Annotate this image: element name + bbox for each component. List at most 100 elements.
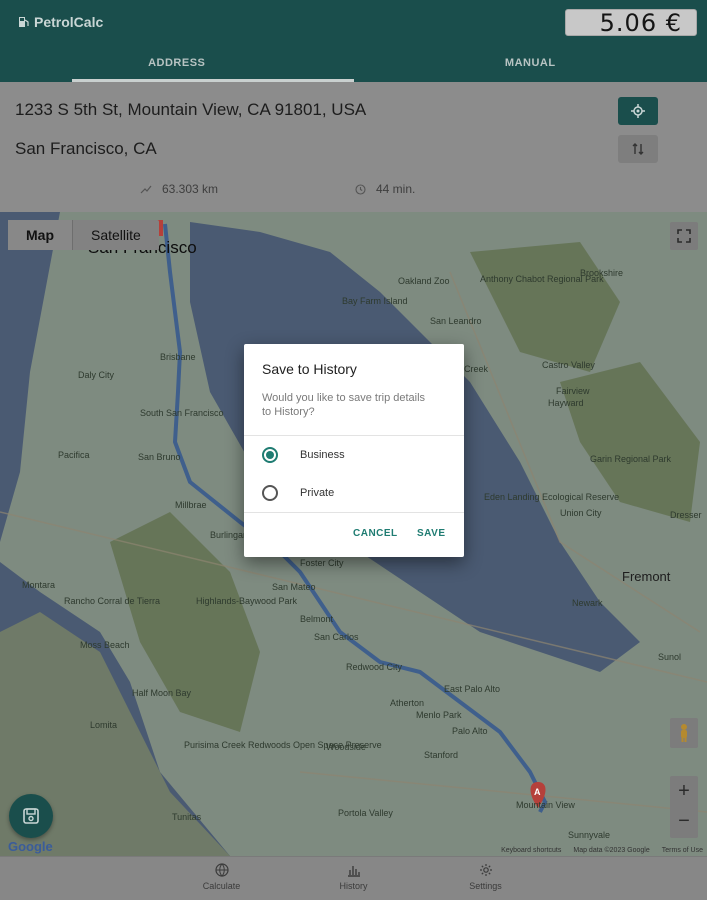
cancel-button[interactable]: CANCEL: [353, 528, 398, 539]
map-label-foster-city: Foster City: [300, 558, 344, 568]
map-label-redwood-city: Redwood City: [346, 662, 403, 672]
map-label-atherton: Atherton: [390, 698, 425, 708]
fuel-pump-icon: [19, 17, 29, 27]
map-label-millbrae: Millbrae: [175, 500, 207, 510]
map-type-satellite[interactable]: Satellite: [73, 220, 159, 250]
gear-icon: [479, 864, 492, 876]
nav-settings[interactable]: Settings: [420, 857, 552, 900]
radio-button-business[interactable]: [262, 447, 278, 463]
keyboard-shortcuts-link[interactable]: Keyboard shortcuts: [501, 847, 561, 854]
trend-icon: [140, 185, 152, 194]
map-label-south-sf: South San Francisco: [140, 408, 224, 418]
street-view-pegman[interactable]: [670, 718, 698, 748]
duration-stat: 44 min.: [355, 182, 415, 196]
globe-icon: [214, 863, 229, 877]
crosshair-icon: [631, 104, 645, 118]
map-label-montara: Montara: [22, 580, 56, 590]
map-label-eden-landing: Eden Landing Ecological Reserve: [484, 492, 620, 502]
fuel-price-display[interactable]: 5.06 €: [565, 9, 697, 36]
map-label-palo-alto: Palo Alto: [452, 726, 488, 736]
fullscreen-icon: [677, 229, 691, 243]
floppy-disk-icon: [23, 808, 39, 824]
map-label-san-leandro: San Leandro: [430, 316, 482, 326]
map-label-oakland-zoo: Oakland Zoo: [398, 276, 450, 286]
nav-calculate-label: Calculate: [202, 881, 241, 891]
map-attribution: Keyboard shortcuts Map data ©2023 Google…: [501, 847, 703, 854]
destination-field[interactable]: San Francisco, CA: [15, 139, 157, 159]
dialog-divider-bottom: [244, 512, 464, 513]
map-label-san-bruno: San Bruno: [138, 452, 181, 462]
map-label-highlands: Highlands-Baywood Park: [196, 596, 298, 606]
swap-button[interactable]: [618, 135, 658, 163]
radio-option-business[interactable]: Business: [262, 447, 345, 463]
save-button[interactable]: SAVE: [417, 528, 446, 539]
google-logo: Google: [8, 839, 53, 854]
app-header: PetrolCalc 5.06 € ADDRESS MANUAL: [0, 0, 707, 82]
chart-icon: [347, 866, 360, 877]
map-label-stanford: Stanford: [424, 750, 459, 760]
route-panel: 1233 S 5th St, Mountain View, CA 91801, …: [0, 82, 707, 212]
map-label-hayward: Hayward: [548, 398, 584, 408]
map-label-fremont: Fremont: [622, 569, 671, 584]
nav-settings-label: Settings: [469, 881, 502, 891]
map-label-dresser: Dresser: [670, 510, 702, 520]
destination-marker-label: A: [534, 787, 541, 797]
radio-option-private[interactable]: Private: [262, 485, 334, 501]
map-label-purisima: Purisima Creek Redwoods Open Space Prese…: [184, 740, 382, 750]
map-label-mountain-view: Mountain View: [516, 800, 575, 810]
map-label-sunol: Sunol: [658, 652, 682, 662]
map-type-map[interactable]: Map: [8, 220, 73, 250]
pegman-icon: [681, 724, 687, 742]
map-label-sunnyvale: Sunnyvale: [568, 830, 611, 840]
map-label-rancho-corral: Rancho Corral de Tierra: [64, 596, 161, 606]
nav-history-label: History: [339, 881, 368, 891]
zoom-controls: + −: [670, 776, 698, 838]
zoom-in-button[interactable]: +: [678, 776, 690, 807]
swap-icon: [632, 143, 644, 155]
map-label-union-city: Union City: [560, 508, 602, 518]
save-history-fab[interactable]: [9, 794, 53, 838]
clock-icon: [355, 183, 366, 195]
map-label-newark: Newark: [572, 598, 603, 608]
tab-address[interactable]: ADDRESS: [0, 48, 354, 82]
map-label-portola-valley: Portola Valley: [338, 808, 393, 818]
map-data-credit: Map data ©2023 Google: [573, 847, 650, 854]
distance-value: 63.303 km: [162, 182, 219, 196]
map-label-moss-beach: Moss Beach: [80, 640, 130, 650]
dialog-message: Would you like to save trip details to H…: [262, 392, 426, 418]
radio-label-private: Private: [300, 487, 335, 499]
bottom-navigation: Calculate History Settings: [0, 856, 707, 900]
terms-link[interactable]: Terms of Use: [662, 847, 703, 854]
map-label-tunitas: Tunitas: [172, 812, 202, 822]
dialog-divider-top: [244, 435, 464, 436]
fullscreen-button[interactable]: [670, 222, 698, 250]
map-label-fairview: Fairview: [556, 386, 590, 396]
map-label-bay-farm: Bay Farm Island: [342, 296, 408, 306]
save-history-dialog: Save to History Would you like to save t…: [244, 344, 464, 557]
tab-bar: ADDRESS MANUAL: [0, 48, 707, 82]
zoom-out-button[interactable]: −: [678, 807, 690, 838]
origin-field[interactable]: 1233 S 5th St, Mountain View, CA 91801, …: [15, 100, 366, 120]
radio-button-private[interactable]: [262, 485, 278, 501]
tab-manual[interactable]: MANUAL: [354, 48, 707, 82]
map-label-lomita: Lomita: [90, 720, 118, 730]
map-label-san-carlos: San Carlos: [314, 632, 359, 642]
nav-calculate[interactable]: Calculate: [156, 857, 288, 900]
map-label-menlo-park: Menlo Park: [416, 710, 462, 720]
map-label-pacifica: Pacifica: [58, 450, 90, 460]
dialog-title: Save to History: [262, 361, 357, 377]
map-label-belmont: Belmont: [300, 614, 334, 624]
app-brand: PetrolCalc: [18, 14, 103, 30]
radio-label-business: Business: [300, 449, 345, 461]
map-label-san-mateo: San Mateo: [272, 582, 316, 592]
map-label-garin: Garin Regional Park: [590, 454, 672, 464]
map-label-daly-city: Daly City: [78, 370, 115, 380]
locate-button[interactable]: [618, 97, 658, 125]
app-name: PetrolCalc: [34, 14, 104, 30]
nav-history[interactable]: History: [288, 857, 420, 900]
map-label-brookshire: Brookshire: [580, 268, 624, 278]
map-label-castro-valley: Castro Valley: [542, 360, 595, 370]
distance-stat: 63.303 km: [140, 182, 218, 196]
map-label-half-moon-bay: Half Moon Bay: [132, 688, 192, 698]
map-type-toggle: Map Satellite: [8, 220, 159, 250]
